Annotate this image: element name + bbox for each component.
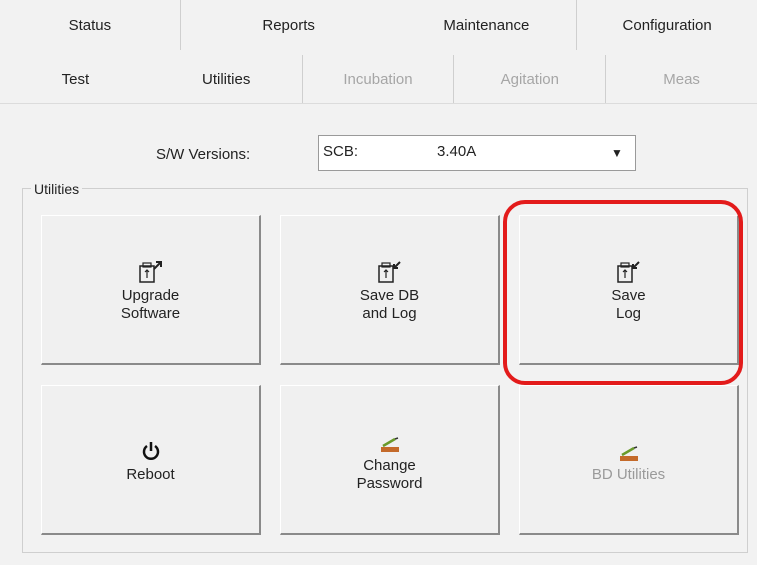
button-label: Log [615,304,642,322]
upgrade-software-button[interactable]: Upgrade Software [41,215,261,365]
save-log-button[interactable]: Save Log [519,215,739,365]
utilities-group: Utilities Upgrade Software Save DB and L… [22,181,748,553]
button-label: Change [363,456,416,474]
button-label: Software [120,304,181,322]
save-db-and-log-button[interactable]: Save DB and Log [280,215,500,365]
button-label: Password [356,474,423,492]
tab-meas: Meas [663,70,700,88]
reboot-button[interactable]: Reboot [41,385,261,535]
sw-versions-row: S/W Versions: SCB: 3.40A ▼ [0,133,757,173]
tab-test[interactable]: Test [0,55,151,103]
tab-incubation: Incubation [343,70,413,88]
version-value: 3.40A [437,143,477,160]
tab-configuration[interactable]: Configuration [577,0,757,50]
dropdown-arrow-icon[interactable]: ▼ [599,136,635,170]
sub-tab-bar: Test Utilities Incubation Agitation Meas [0,55,757,104]
button-label: BD Utilities [591,465,666,483]
bd-utilities-button: BD Utilities [519,385,739,535]
usb-upload-icon [138,257,163,283]
keyboard-pen-icon [618,436,640,462]
change-password-button[interactable]: Change Password [280,385,500,535]
usb-save-icon [616,257,641,283]
tab-status[interactable]: Status [0,0,180,50]
tab-agitation: Agitation [500,70,559,88]
power-icon [140,436,162,462]
sw-versions-select[interactable]: SCB: 3.40A ▼ [318,135,636,171]
tab-maintenance[interactable]: Maintenance [396,0,576,50]
button-label: Reboot [126,465,175,483]
keyboard-pen-icon [379,427,401,453]
sw-versions-label: S/W Versions: [156,146,251,163]
button-label: and Log [362,304,417,322]
main-tab-bar: Status Reports Maintenance Configuration [0,0,757,50]
version-component: SCB: [323,143,359,160]
button-label: Save [611,286,646,304]
tab-utilities[interactable]: Utilities [150,55,302,103]
button-label: Save DB [359,286,420,304]
utilities-group-title: Utilities [31,181,83,197]
button-label: Upgrade [121,286,180,304]
usb-save-icon [377,257,402,283]
tab-reports[interactable]: Reports [181,0,397,50]
